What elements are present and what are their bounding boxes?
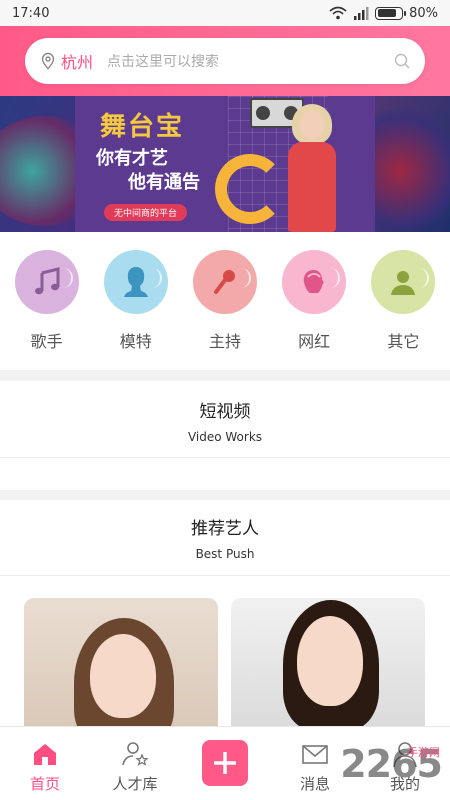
signal-icon [354, 6, 369, 20]
category-label: 其它 [387, 332, 420, 351]
banner-brand: 舞台宝 [100, 112, 185, 142]
plus-icon [214, 752, 236, 774]
video-section-title: 短视频 [199, 402, 251, 422]
city-selector[interactable]: 杭州 [61, 49, 93, 73]
category-model[interactable]: 模特 [96, 250, 176, 352]
category-other[interactable]: 其它 [363, 250, 443, 352]
microphone-icon [192, 250, 257, 314]
category-row: 歌手 模特 主持 网红 其它 [0, 232, 450, 370]
watermark-logo: 2265 手游网 [340, 742, 443, 786]
battery-icon [375, 6, 407, 20]
wifi-icon [329, 6, 347, 20]
nav-talent[interactable]: 人才库 [95, 739, 175, 794]
nav-home[interactable]: 首页 [5, 739, 85, 794]
search-icon[interactable] [393, 52, 411, 70]
category-host[interactable]: 主持 [185, 250, 265, 352]
artist-cards [0, 576, 450, 726]
person-icon [371, 250, 436, 314]
banner-line-2: 他有通告 [128, 172, 200, 193]
status-bar: 17:40 80% [0, 0, 450, 26]
nav-talent-label: 人才库 [112, 775, 158, 793]
artist-photo [297, 616, 363, 706]
talent-user-star-icon [122, 742, 149, 766]
category-label: 模特 [119, 332, 152, 351]
push-section-title: 推荐艺人 [191, 519, 259, 539]
status-time: 17:40 [12, 5, 50, 21]
artist-card[interactable] [24, 598, 218, 726]
push-section-subtitle: Best Push [195, 547, 255, 561]
category-label: 歌手 [30, 332, 63, 351]
promo-banner[interactable]: 舞台宝 你有才艺 他有通告 无中间商的平台 [0, 96, 450, 232]
video-section-subtitle: Video Works [187, 430, 263, 444]
category-singer[interactable]: 歌手 [7, 250, 87, 352]
video-section-header[interactable]: 短视频 Video Works [0, 381, 450, 457]
banner-line-1: 你有才艺 [96, 148, 168, 169]
battery-percent: 80% [409, 5, 438, 21]
search-bar[interactable]: 杭州 点击这里可以搜索 [25, 38, 425, 84]
search-input[interactable]: 点击这里可以搜索 [107, 51, 393, 71]
category-label: 网红 [298, 332, 331, 351]
header: 杭州 点击这里可以搜索 [0, 26, 450, 96]
banner-model-illustration [282, 102, 342, 232]
home-icon [34, 744, 56, 765]
watermark-text: 手游网 [407, 746, 440, 759]
nav-messages-label: 消息 [299, 775, 330, 793]
artist-photo [90, 634, 156, 718]
music-note-icon [14, 250, 79, 314]
location-pin-icon[interactable] [39, 52, 57, 70]
video-section-body [0, 457, 450, 490]
divider [0, 457, 450, 458]
nav-add[interactable] [185, 740, 265, 794]
push-section-header[interactable]: 推荐艺人 Best Push [0, 500, 450, 576]
artist-card[interactable] [231, 598, 425, 726]
category-label: 主持 [208, 332, 241, 351]
envelope-icon [302, 745, 328, 764]
model-silhouette-icon [103, 250, 168, 314]
category-influencer[interactable]: 网红 [274, 250, 354, 352]
add-button[interactable] [202, 740, 248, 786]
status-icons: 80% [329, 6, 438, 21]
nav-home-label: 首页 [29, 775, 60, 793]
banner-tag: 无中间商的平台 [104, 204, 188, 221]
banner-ring [215, 154, 285, 224]
female-head-icon [282, 250, 347, 314]
